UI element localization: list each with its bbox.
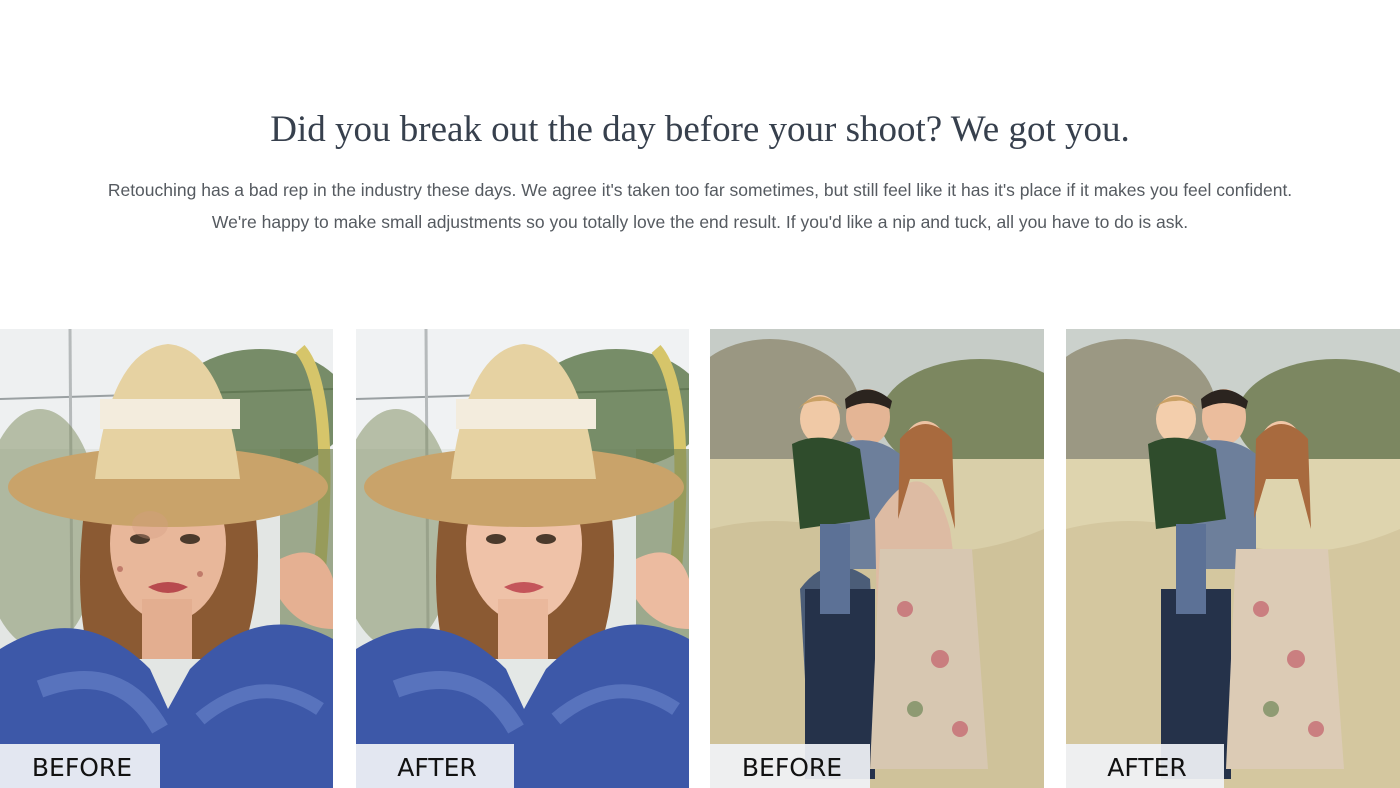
before-label: BEFORE <box>0 744 160 788</box>
before-label: BEFORE <box>710 744 870 788</box>
after-photo-family: AFTER <box>1066 329 1400 788</box>
section-heading: Did you break out the day before your sh… <box>270 109 1130 150</box>
retouching-section: Did you break out the day before your sh… <box>0 0 1400 788</box>
after-photo-portrait: AFTER <box>356 329 689 788</box>
before-photo-family: BEFORE <box>710 329 1044 788</box>
portrait-image <box>0 329 333 788</box>
before-photo-portrait: BEFORE <box>0 329 333 788</box>
after-label: AFTER <box>1066 744 1224 788</box>
after-label: AFTER <box>356 744 514 788</box>
section-description: Retouching has a bad rep in the industry… <box>107 180 1293 232</box>
family-image <box>1066 329 1400 788</box>
family-image <box>710 329 1044 788</box>
portrait-image <box>356 329 689 788</box>
before-after-gallery: BEFORE AFTER BEFORE AFTER <box>0 329 1400 788</box>
